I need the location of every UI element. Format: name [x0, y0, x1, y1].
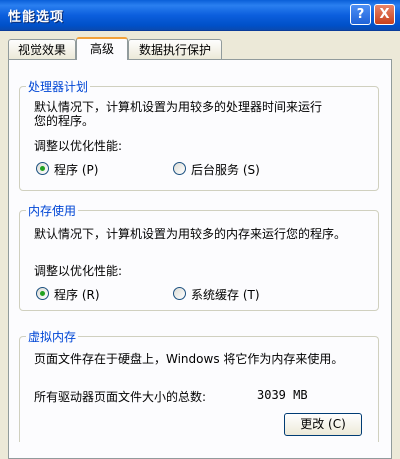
- memory-description: 默认情况下，计算机设置为用较多的内存来运行您的程序。: [34, 227, 347, 241]
- processor-programs-radio[interactable]: [36, 162, 49, 175]
- paging-file-total-value: 3039 MB: [257, 388, 308, 402]
- help-icon: ?: [356, 7, 365, 22]
- processor-programs-label[interactable]: 程序 (P): [54, 161, 98, 178]
- tab-visual-effects[interactable]: 视觉效果: [8, 39, 76, 59]
- change-button[interactable]: 更改 (C): [284, 413, 362, 436]
- processor-background-services-label[interactable]: 后台服务 (S): [191, 161, 260, 178]
- memory-system-cache-radio[interactable]: [173, 287, 186, 300]
- memory-adjust-label: 调整以优化性能:: [34, 264, 123, 278]
- virtual-memory-description: 页面文件存在于硬盘上，Windows 将它作为内存来使用。: [34, 352, 344, 366]
- processor-description-cont: 您的程序。: [34, 114, 95, 128]
- tab-advanced[interactable]: 高级: [76, 37, 128, 60]
- tab-dep[interactable]: 数据执行保护: [128, 39, 222, 59]
- group-title: 内存使用: [26, 202, 79, 219]
- tab-label: 数据执行保护: [138, 43, 211, 57]
- processor-adjust-label: 调整以优化性能:: [34, 139, 123, 153]
- change-button-label: 更改 (C): [300, 417, 346, 431]
- tab-label: 高级: [89, 42, 114, 56]
- group-title: 虚拟内存: [26, 328, 79, 345]
- title-bar: 性能选项 ? X: [0, 0, 400, 31]
- paging-file-total-label: 所有驱动器页面文件大小的总数:: [34, 390, 207, 404]
- memory-system-cache-label[interactable]: 系统缓存 (T): [191, 286, 260, 303]
- processor-background-services-radio[interactable]: [173, 162, 186, 175]
- help-button[interactable]: ?: [350, 4, 371, 25]
- tab-label: 视觉效果: [17, 43, 66, 57]
- window-title: 性能选项: [8, 10, 65, 25]
- memory-programs-label[interactable]: 程序 (R): [54, 286, 100, 303]
- group-title: 处理器计划: [26, 78, 91, 95]
- radio-selected-dot: [40, 166, 45, 171]
- close-icon: X: [379, 7, 390, 22]
- close-button[interactable]: X: [374, 4, 395, 25]
- radio-selected-dot: [40, 291, 45, 296]
- memory-programs-radio[interactable]: [36, 287, 49, 300]
